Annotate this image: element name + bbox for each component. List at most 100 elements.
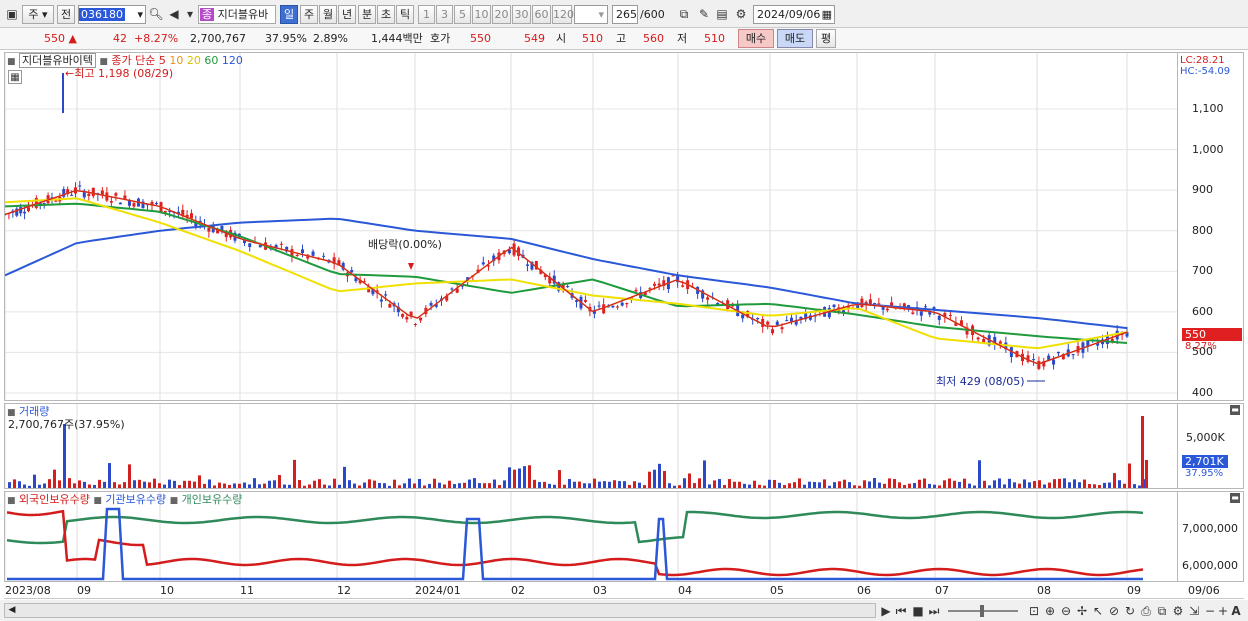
period-tick[interactable]: 틱 xyxy=(396,5,414,24)
zoom-slider[interactable] xyxy=(948,605,1018,617)
zoom-out-icon[interactable]: ⊖ xyxy=(1058,603,1074,619)
interval-5[interactable]: 5 xyxy=(454,5,471,24)
scroll-left-icon[interactable]: ◀ xyxy=(5,604,19,617)
speaker-icon[interactable]: ◀︎ xyxy=(166,6,182,22)
zoom-slider-thumb[interactable] xyxy=(980,605,984,617)
volume-panel[interactable]: ■ 거래량 2,700,767주(37.95%) xyxy=(4,403,1178,489)
volume-bar xyxy=(763,485,766,488)
period-week[interactable]: 주 xyxy=(300,5,318,24)
volume-title: 거래량 xyxy=(19,405,50,418)
minimize-icon[interactable]: ▬ xyxy=(1230,405,1240,415)
settings-icon[interactable]: ⚙ xyxy=(1170,603,1186,619)
price-y-tick: 1,000 xyxy=(1192,142,1224,156)
volume-bar xyxy=(713,480,716,488)
volume-bar xyxy=(233,483,236,488)
interval-30[interactable]: 30 xyxy=(512,5,531,24)
quote-ratio: 2.89% xyxy=(313,32,348,45)
interval-120[interactable]: 120 xyxy=(552,5,574,24)
volume-bar xyxy=(768,479,771,488)
x-tick-label: 08 xyxy=(1037,584,1051,597)
sell-button[interactable]: 매도 xyxy=(777,29,813,48)
volume-bar xyxy=(868,481,871,488)
volume-bar xyxy=(223,483,226,488)
individual-line xyxy=(6,510,1144,545)
prev-button[interactable]: 전 xyxy=(57,5,75,24)
volume-bar xyxy=(208,479,211,488)
copy-icon[interactable]: ⧉ xyxy=(1154,603,1170,619)
stock-badge: 종 xyxy=(200,8,215,21)
chevron-down-icon[interactable]: ▾ xyxy=(182,6,198,22)
volume-bar xyxy=(1023,479,1026,488)
candle-body xyxy=(860,298,864,308)
expand-icon[interactable]: ⇲ xyxy=(1186,603,1202,619)
cursor-icon[interactable]: ↖ xyxy=(1090,603,1106,619)
volume-bar xyxy=(8,482,11,488)
candle-settings-icon[interactable]: ⧉ xyxy=(676,6,692,22)
interval-10[interactable]: 10 xyxy=(472,5,491,24)
count-input[interactable]: 265 xyxy=(612,5,638,24)
scroll-right-icon[interactable]: ▶ xyxy=(878,603,894,619)
dividend-marker xyxy=(408,263,414,270)
volume-bar xyxy=(633,481,636,488)
refresh-icon[interactable]: ↻ xyxy=(1122,603,1138,619)
interval-1[interactable]: 1 xyxy=(418,5,435,24)
table-icon[interactable]: ▦ xyxy=(8,70,22,84)
volume-bar xyxy=(543,481,546,488)
candle-body xyxy=(26,207,30,212)
period-month[interactable]: 월 xyxy=(319,5,337,24)
stock-title[interactable]: 지더블유바이텍 xyxy=(19,53,96,68)
dividend-note: 배당락(0.00%) xyxy=(368,238,442,251)
period-year[interactable]: 년 xyxy=(338,5,356,24)
volume-bar xyxy=(268,480,271,488)
period-minute[interactable]: 분 xyxy=(358,5,376,24)
candle-body xyxy=(54,200,58,202)
stock-name: 지더블유바 xyxy=(217,8,269,21)
candle-body xyxy=(155,203,159,205)
volume-bar xyxy=(323,484,326,488)
last-page-icon[interactable]: ⏭ xyxy=(926,603,942,619)
volume-bar xyxy=(608,481,611,488)
volume-bar xyxy=(428,483,431,488)
ma20-line xyxy=(5,197,1128,350)
zoom-fit-icon[interactable]: ⊡ xyxy=(1026,603,1042,619)
scrollbar[interactable]: ◀ xyxy=(4,603,876,618)
volume-bar xyxy=(1068,482,1071,488)
holdings-y-tick-2: 6,000,000 xyxy=(1182,559,1238,572)
stock-name-box[interactable]: 종 지더블유바 xyxy=(198,5,276,24)
search-icon[interactable]: 🔍︎ xyxy=(148,6,164,22)
period-day[interactable]: 일 xyxy=(280,5,298,24)
volume-bar xyxy=(728,479,731,488)
interval-20[interactable]: 20 xyxy=(492,5,511,24)
first-page-icon[interactable]: ⏮ xyxy=(893,603,909,619)
font-size-icon[interactable]: A xyxy=(1228,603,1244,619)
date-input[interactable]: 2024/09/06 ▦ xyxy=(753,5,835,24)
stop-icon[interactable]: ■ xyxy=(910,603,926,619)
volume-bar xyxy=(443,484,446,488)
save-icon[interactable]: ▤ xyxy=(714,6,730,22)
avg-button[interactable]: 평 xyxy=(816,29,836,48)
link-icon[interactable]: ⊘ xyxy=(1106,603,1122,619)
volume-bar xyxy=(653,469,656,488)
volume-bar xyxy=(648,471,651,488)
volume-bar xyxy=(448,480,451,488)
up-arrow-icon: ▲ xyxy=(68,32,77,45)
crosshair-icon[interactable]: ✢ xyxy=(1074,603,1090,619)
draw-tool-icon[interactable]: ✎ xyxy=(696,6,712,22)
zoom-in-icon[interactable]: ⊕ xyxy=(1042,603,1058,619)
buy-button[interactable]: 매수 xyxy=(738,29,774,48)
holdings-panel[interactable]: ■ 외국인보유수량 ■ 기관보유수량 ■ 개인보유수량 xyxy=(4,491,1178,582)
market-select[interactable]: 주 ▾ xyxy=(22,5,54,24)
volume-bar xyxy=(928,483,931,488)
interval-60[interactable]: 60 xyxy=(532,5,551,24)
interval-3[interactable]: 3 xyxy=(436,5,453,24)
period-second[interactable]: 초 xyxy=(377,5,395,24)
window-menu-icon[interactable]: ▣ xyxy=(4,6,20,22)
minimize-icon[interactable]: ▬ xyxy=(1230,493,1240,503)
gear-icon[interactable]: ⚙ xyxy=(733,6,749,22)
custom-interval-input[interactable]: ▾ xyxy=(574,5,608,24)
print-icon[interactable]: ⎙ xyxy=(1138,603,1154,619)
volume-bar xyxy=(548,483,551,488)
volume-bar xyxy=(68,478,71,488)
code-input[interactable]: 036180 ▾ xyxy=(78,5,146,24)
price-panel[interactable]: ■ 지더블유바이텍 ■ 종가 단순 5 10 20 60 120 ▦ ←최고 1… xyxy=(4,52,1178,401)
